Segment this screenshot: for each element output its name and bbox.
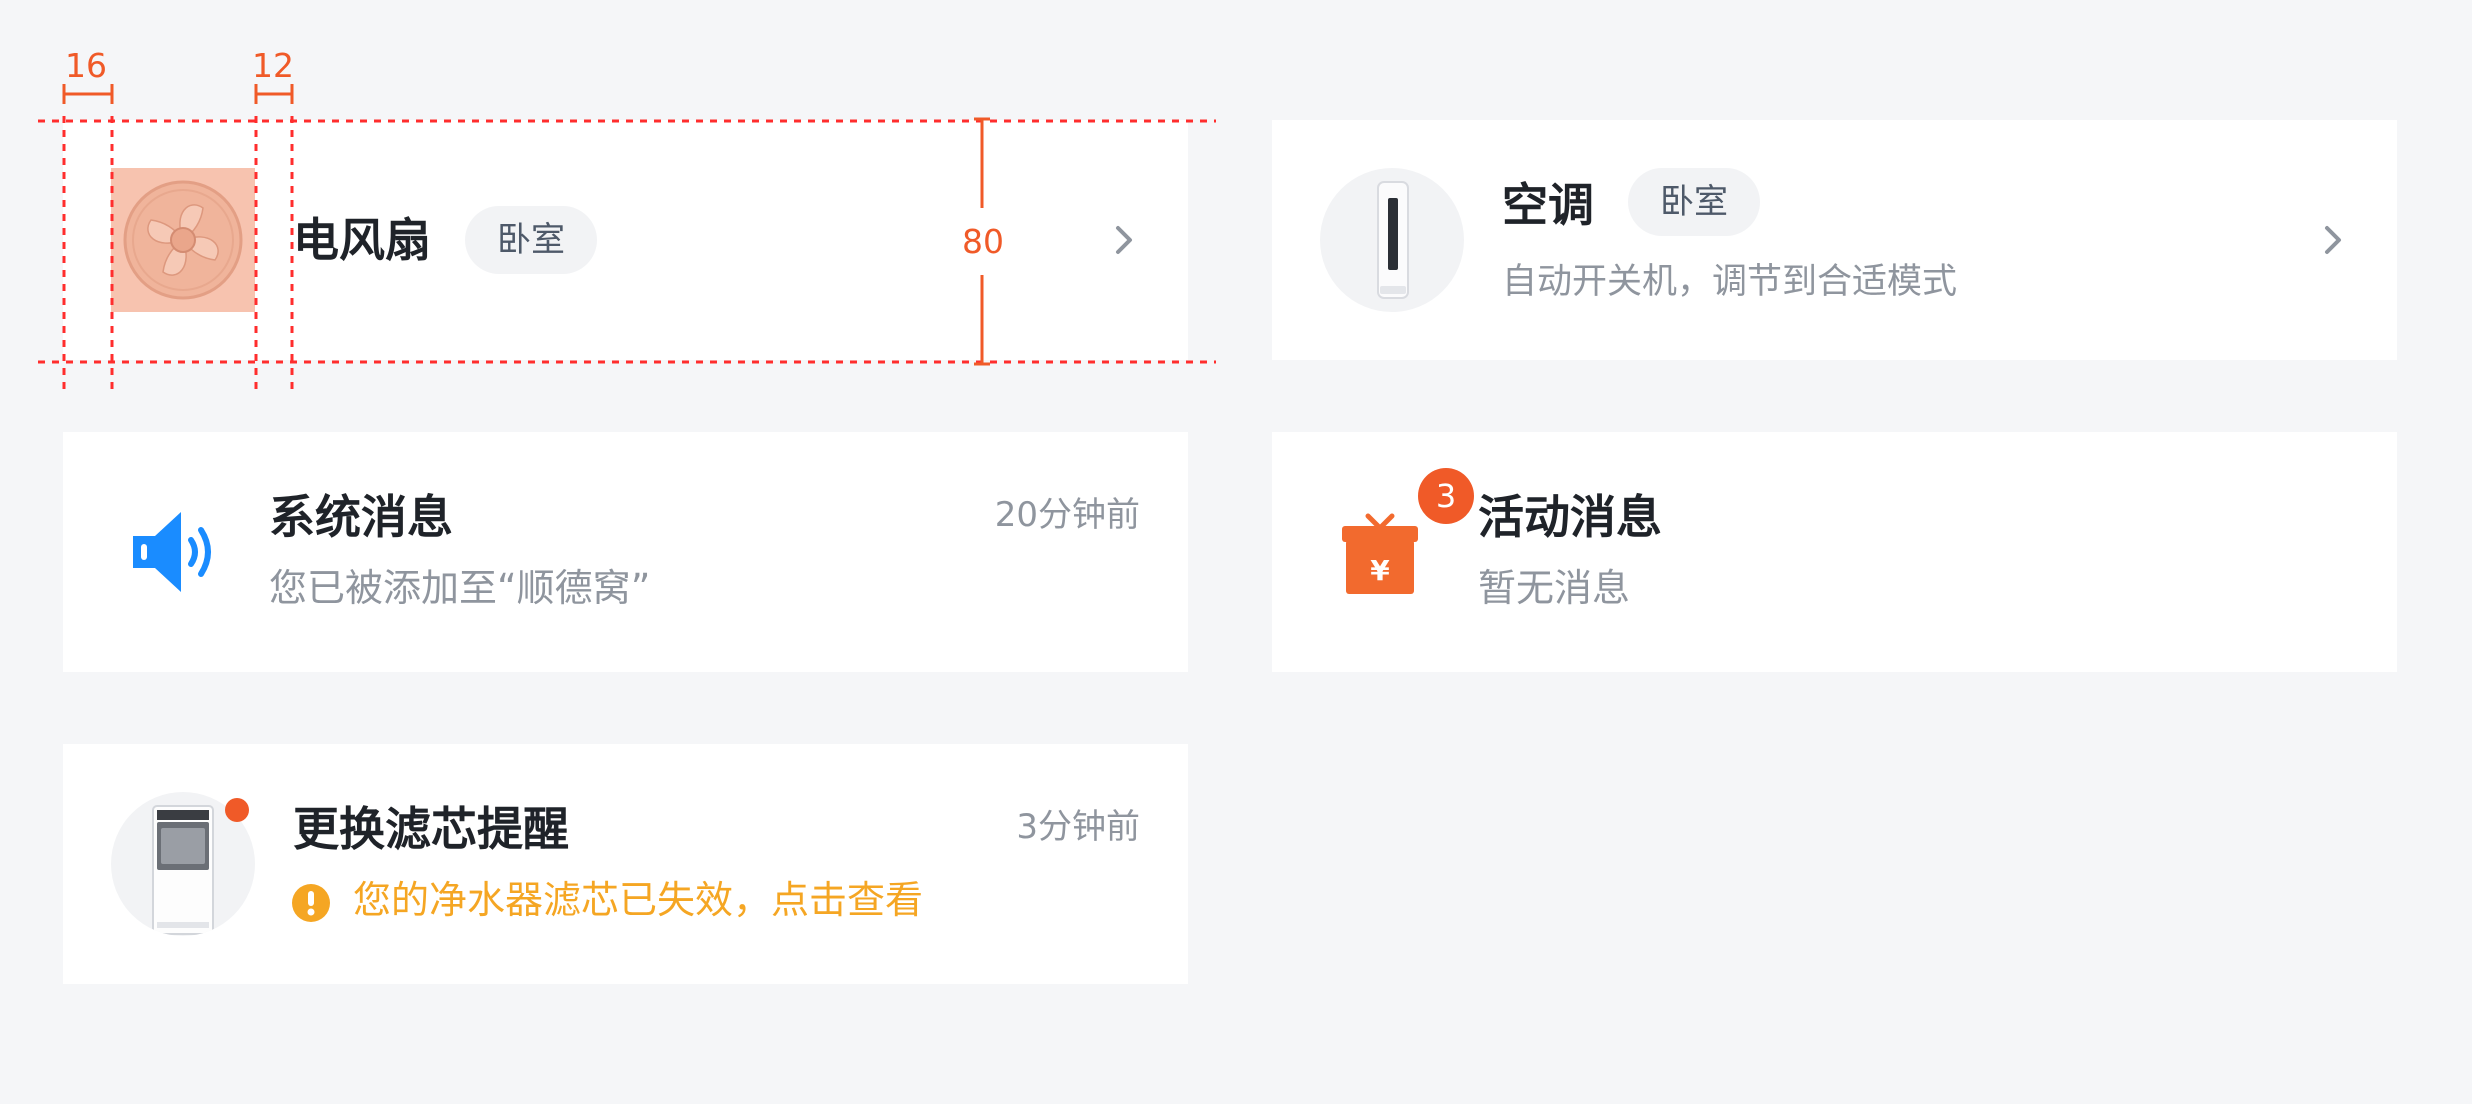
- chevron-right-icon[interactable]: [2312, 220, 2352, 260]
- message-card-system[interactable]: 系统消息 您已被添加至“顺德窝” 20分钟前: [63, 432, 1188, 672]
- message-title: 更换滤芯提醒: [293, 802, 569, 856]
- air-conditioner-icon: [1377, 181, 1409, 299]
- warning-text[interactable]: 您的净水器滤芯已失效，点击查看: [353, 881, 923, 919]
- room-tag[interactable]: 卧室: [1628, 168, 1760, 236]
- dimension-label-height: 80: [962, 222, 1004, 261]
- device-name: 空调: [1502, 178, 1594, 232]
- message-timestamp: 20分钟前: [994, 495, 1140, 535]
- air-conditioner-image: [1320, 168, 1464, 312]
- dimension-label-left-padding: 16: [65, 46, 107, 85]
- spec-annotation-overlay: [38, 84, 1216, 395]
- speaker-icon: [133, 512, 211, 592]
- message-card-activity[interactable]: ¥ 3 活动消息 暂无消息: [1272, 432, 2397, 672]
- message-title: 系统消息: [269, 490, 453, 544]
- unread-dot: [225, 798, 249, 822]
- message-card-filter-reminder[interactable]: 更换滤芯提醒 3分钟前 您的净水器滤芯已失效，点击查看: [63, 744, 1188, 984]
- message-title: 活动消息: [1478, 490, 1662, 544]
- message-preview: 暂无消息: [1478, 566, 1631, 610]
- unread-count: 3: [1435, 477, 1457, 515]
- gift-icon: ¥: [1342, 513, 1418, 594]
- message-preview: 您已被添加至“顺德窝”: [269, 566, 651, 610]
- device-card-air-conditioner[interactable]: 空调 卧室 自动开关机，调节到合适模式: [1272, 120, 2397, 360]
- warning-icon: [292, 884, 330, 922]
- svg-text:¥: ¥: [1370, 554, 1390, 587]
- device-status-text: 自动开关机，调节到合适模式: [1502, 262, 1958, 302]
- dimension-label-gap: 12: [252, 46, 294, 85]
- message-timestamp: 3分钟前: [1016, 807, 1140, 847]
- unread-count-badge: 3: [1418, 468, 1474, 524]
